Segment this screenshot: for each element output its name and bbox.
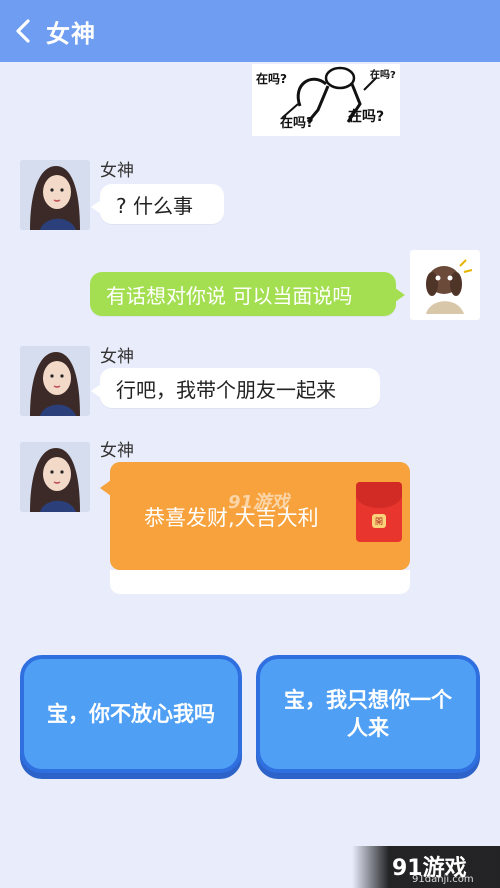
message-bubble[interactable]: ? 什么事 bbox=[91, 184, 224, 224]
sticker-text: 在吗? bbox=[370, 70, 396, 81]
red-packet-footer bbox=[110, 570, 410, 594]
sticker-text: 在吗? bbox=[348, 109, 385, 125]
chat-title: 女神 bbox=[46, 19, 96, 48]
red-packet-message[interactable]: 恭喜发财,大吉大利 開 bbox=[100, 462, 410, 570]
choice-button-2[interactable]: 宝，我只想你一个人来 bbox=[256, 655, 480, 773]
watermark-url: 91danji.com bbox=[412, 874, 474, 885]
dog-sticker-avatar-icon bbox=[426, 259, 473, 314]
sender-name: 女神 bbox=[100, 347, 134, 367]
watermark: 91游戏 bbox=[228, 492, 290, 513]
avatar-portrait-icon bbox=[20, 160, 90, 230]
message-bubble[interactable]: 行吧，我带个朋友一起来 bbox=[91, 368, 380, 408]
avatar-portrait-icon bbox=[20, 346, 90, 416]
sticker-text: 在吗? bbox=[280, 116, 314, 131]
sender-name: 女神 bbox=[100, 161, 134, 181]
sender-name: 女神 bbox=[100, 441, 134, 461]
avatar[interactable] bbox=[20, 160, 90, 230]
message-bubble-self[interactable]: 有话想对你说 可以当面说吗 bbox=[90, 272, 405, 316]
chevron-left-icon bbox=[16, 19, 30, 43]
corner-watermark: 91游戏 91danji.com bbox=[352, 846, 500, 888]
red-envelope-icon: 開 bbox=[356, 482, 402, 542]
avatar-portrait-icon bbox=[20, 442, 90, 512]
envelope-flap bbox=[356, 482, 402, 508]
top-bar: 女神 bbox=[0, 0, 500, 62]
sticker-text: 在吗? bbox=[256, 72, 287, 86]
choice-button-1[interactable]: 宝，你不放心我吗 bbox=[20, 655, 242, 773]
avatar[interactable] bbox=[20, 346, 90, 416]
envelope-seal: 開 bbox=[372, 514, 386, 528]
back-button[interactable] bbox=[0, 0, 46, 62]
self-avatar[interactable] bbox=[410, 250, 480, 320]
avatar[interactable] bbox=[20, 442, 90, 512]
sticker-image[interactable]: 在吗? 在吗? 在吗? 在吗? bbox=[252, 64, 400, 136]
